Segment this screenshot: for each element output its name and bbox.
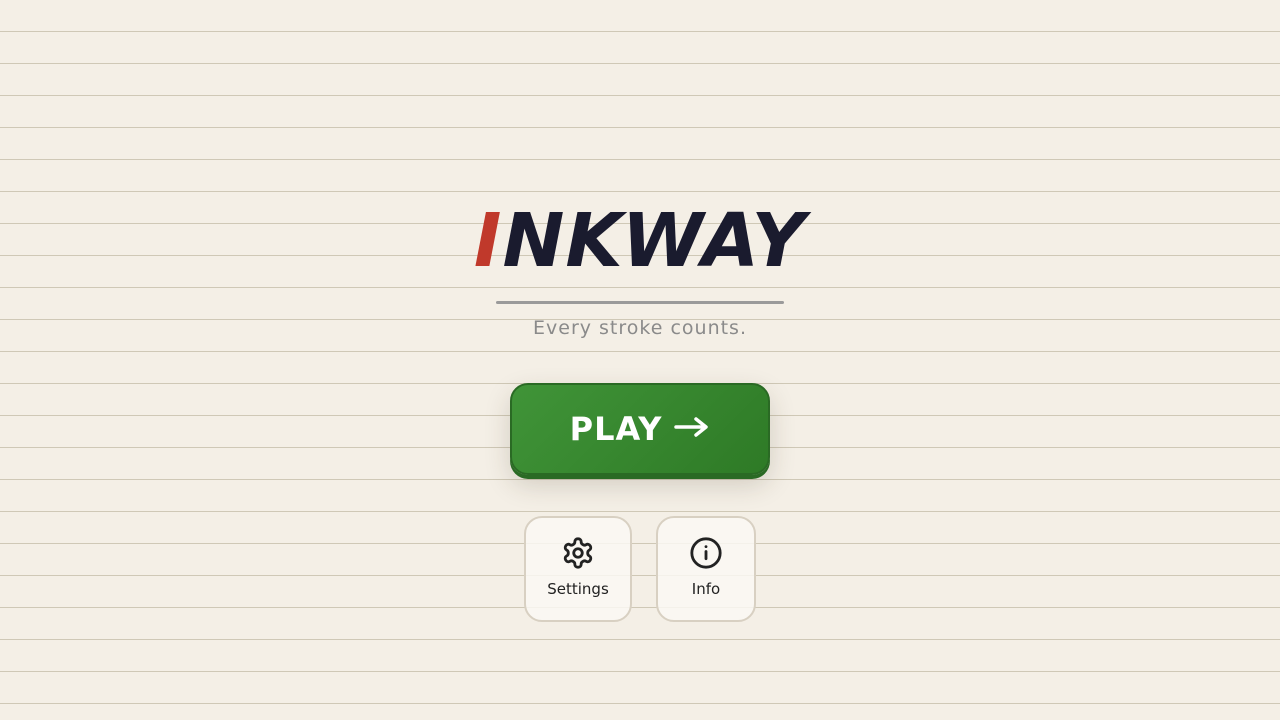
game-title: INKWAY (0, 196, 1280, 286)
settings-button[interactable]: Settings (524, 516, 632, 622)
gear-icon (563, 537, 593, 569)
info-button[interactable]: Info (656, 516, 756, 622)
play-button-label: PLAY (569, 410, 663, 448)
info-icon (690, 537, 722, 569)
play-button[interactable]: PLAY (510, 383, 770, 475)
settings-label: Settings (547, 580, 609, 598)
game-title-rest: NKWAY (502, 198, 807, 284)
tagline: Every stroke counts. (533, 317, 747, 339)
info-label: Info (691, 580, 721, 598)
game-title-first-letter: I (473, 198, 503, 284)
arrow-right-icon (674, 417, 709, 437)
title-underline (496, 301, 784, 304)
